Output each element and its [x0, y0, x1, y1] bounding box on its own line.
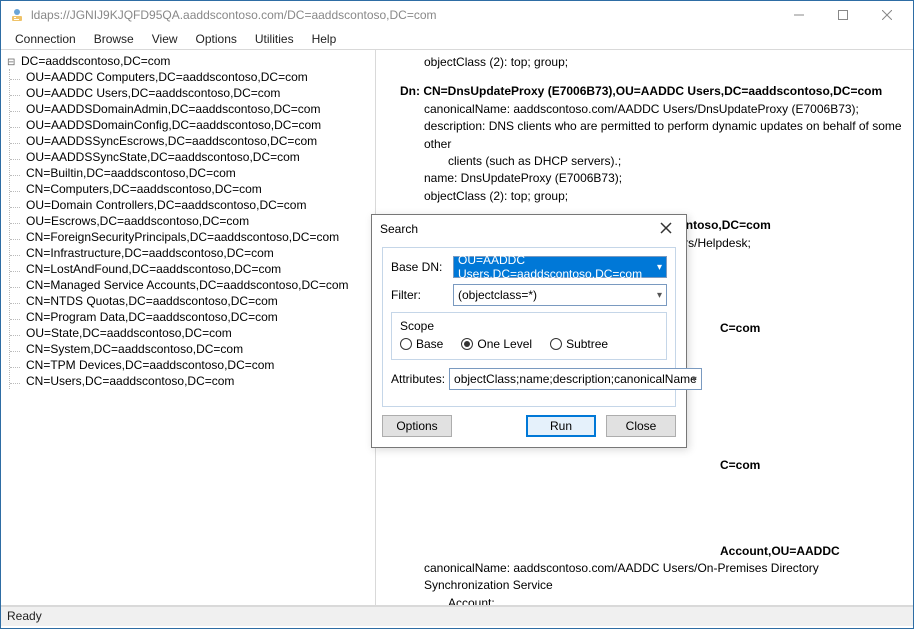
attributes-value: objectClass;name;description;canonicalNa… [454, 372, 697, 386]
minimize-button[interactable] [777, 1, 821, 29]
tree-node[interactable]: CN=Managed Service Accounts,DC=aaddscont… [24, 277, 371, 293]
dialog-close-button[interactable] [654, 221, 678, 237]
chevron-down-icon: ▾ [657, 290, 662, 301]
tree-node[interactable]: CN=Builtin,DC=aaddscontoso,DC=com [24, 165, 371, 181]
tree-node[interactable]: CN=Computers,DC=aaddscontoso,DC=com [24, 181, 371, 197]
attribute-line: canonicalName: aaddscontoso.com/AADDC Us… [400, 560, 903, 595]
tree-node[interactable]: OU=AADDC Users,DC=aaddscontoso,DC=com [24, 85, 371, 101]
tree-node[interactable]: CN=Program Data,DC=aaddscontoso,DC=com [24, 309, 371, 325]
filter-label: Filter: [391, 288, 449, 302]
tree-node[interactable]: OU=AADDC Computers,DC=aaddscontoso,DC=co… [24, 69, 371, 85]
tree-node[interactable]: CN=Infrastructure,DC=aaddscontoso,DC=com [24, 245, 371, 261]
menu-item-utilities[interactable]: Utilities [247, 30, 302, 48]
chevron-down-icon: ▾ [692, 374, 697, 385]
attribute-line: clients (such as DHCP servers).; [400, 153, 903, 170]
tree-node[interactable]: OU=AADDSDomainConfig,DC=aaddscontoso,DC=… [24, 117, 371, 133]
dialog-body: Base DN: OU=AADDC Users,DC=aaddscontoso,… [372, 243, 686, 447]
attributes-combo[interactable]: objectClass;name;description;canonicalNa… [449, 368, 702, 390]
base-dn-combo[interactable]: OU=AADDC Users,DC=aaddscontoso,DC=com ▾ [453, 256, 667, 278]
attribute-line: description: DNS clients who are permitt… [400, 118, 903, 153]
tree-node[interactable]: OU=AADDSDomainAdmin,DC=aaddscontoso,DC=c… [24, 101, 371, 117]
chevron-down-icon: ▾ [657, 262, 662, 273]
scope-one-level-radio[interactable]: One Level [461, 337, 532, 351]
close-button-dialog[interactable]: Close [606, 415, 676, 437]
menu-item-help[interactable]: Help [304, 30, 345, 48]
base-dn-value: OU=AADDC Users,DC=aaddscontoso,DC=com [458, 253, 662, 281]
scope-base-radio[interactable]: Base [400, 337, 443, 351]
menu-item-connection[interactable]: Connection [7, 30, 84, 48]
tree-node[interactable]: OU=State,DC=aaddscontoso,DC=com [24, 325, 371, 341]
base-dn-label: Base DN: [391, 260, 449, 274]
tree-node[interactable]: CN=ForeignSecurityPrincipals,DC=aaddscon… [24, 229, 371, 245]
titlebar: ldaps://JGNIJ9KJQFD95QA.aaddscontoso.com… [1, 1, 913, 29]
close-button[interactable] [865, 1, 909, 29]
tree-node[interactable]: CN=TPM Devices,DC=aaddscontoso,DC=com [24, 357, 371, 373]
scope-subtree-radio[interactable]: Subtree [550, 337, 608, 351]
tree-node[interactable]: OU=AADDSSyncEscrows,DC=aaddscontoso,DC=c… [24, 133, 371, 149]
statusbar: Ready [1, 606, 913, 626]
dialog-titlebar[interactable]: Search [372, 215, 686, 243]
filter-combo[interactable]: (objectclass=*) ▾ [453, 284, 667, 306]
radio-icon [550, 338, 562, 350]
menubar: ConnectionBrowseViewOptionsUtilitiesHelp [1, 29, 913, 49]
menu-item-browse[interactable]: Browse [86, 30, 142, 48]
search-dialog: Search Base DN: OU=AADDC Users,DC=aaddsc… [371, 214, 687, 448]
tree-root-label: DC=aaddscontoso,DC=com [21, 54, 170, 68]
scope-subtree-label: Subtree [566, 337, 608, 351]
dialog-main-fieldset: Base DN: OU=AADDC Users,DC=aaddscontoso,… [382, 247, 676, 407]
tree-node[interactable]: CN=NTDS Quotas,DC=aaddscontoso,DC=com [24, 293, 371, 309]
attribute-line: name: DnsUpdateProxy (E7006B73); [400, 170, 903, 187]
dialog-title: Search [380, 222, 654, 236]
attribute-line: objectClass (2): top; group; [400, 188, 903, 205]
result-entry: Account,OU=AADDCcanonicalName: aaddscont… [400, 543, 903, 605]
run-button-label: Run [550, 419, 572, 433]
entry-dn: Dn: CN=DnsUpdateProxy (E7006B73),OU=AADD… [400, 83, 903, 100]
filter-value: (objectclass=*) [458, 288, 537, 302]
tree-root-node[interactable]: DC=aaddscontoso,DC=com [5, 53, 371, 69]
close-button-label: Close [626, 419, 657, 433]
scope-base-label: Base [416, 337, 443, 351]
scope-group: Scope Base One Level Subtree [391, 312, 667, 360]
entry-dn-partial: C=com [400, 457, 903, 474]
tree-node[interactable]: CN=LostAndFound,DC=aaddscontoso,DC=com [24, 261, 371, 277]
run-button[interactable]: Run [526, 415, 596, 437]
tree-children: OU=AADDC Computers,DC=aaddscontoso,DC=co… [9, 69, 371, 389]
attribute-line: canonicalName: aaddscontoso.com/AADDC Us… [400, 101, 903, 118]
entry-dn-partial: Account,OU=AADDC [400, 543, 903, 560]
app-icon [9, 7, 25, 23]
options-button-label: Options [396, 419, 437, 433]
result-entry: C=com [400, 457, 903, 474]
attribute-line: Account; [400, 595, 903, 605]
radio-icon [400, 338, 412, 350]
tree-node[interactable]: CN=System,DC=aaddscontoso,DC=com [24, 341, 371, 357]
window-title: ldaps://JGNIJ9KJQFD95QA.aaddscontoso.com… [31, 8, 777, 22]
attribute-line: objectClass (2): top; group; [400, 54, 903, 71]
menu-item-view[interactable]: View [144, 30, 186, 48]
window-controls [777, 1, 909, 29]
tree-node[interactable]: CN=Users,DC=aaddscontoso,DC=com [24, 373, 371, 389]
dialog-button-row: Options Run Close [382, 411, 676, 437]
tree-node[interactable]: OU=Domain Controllers,DC=aaddscontoso,DC… [24, 197, 371, 213]
maximize-button[interactable] [821, 1, 865, 29]
tree-root: DC=aaddscontoso,DC=com OU=AADDC Computer… [5, 53, 371, 389]
scope-label: Scope [400, 319, 658, 333]
status-text: Ready [7, 609, 42, 623]
attributes-label: Attributes: [391, 372, 445, 386]
scope-one-level-label: One Level [477, 337, 532, 351]
tree-node[interactable]: OU=AADDSSyncState,DC=aaddscontoso,DC=com [24, 149, 371, 165]
tree-node[interactable]: OU=Escrows,DC=aaddscontoso,DC=com [24, 213, 371, 229]
result-entry: Dn: CN=DnsUpdateProxy (E7006B73),OU=AADD… [400, 83, 903, 205]
options-button[interactable]: Options [382, 415, 452, 437]
tree-pane: DC=aaddscontoso,DC=com OU=AADDC Computer… [1, 50, 376, 605]
menu-item-options[interactable]: Options [188, 30, 245, 48]
radio-icon [461, 338, 473, 350]
